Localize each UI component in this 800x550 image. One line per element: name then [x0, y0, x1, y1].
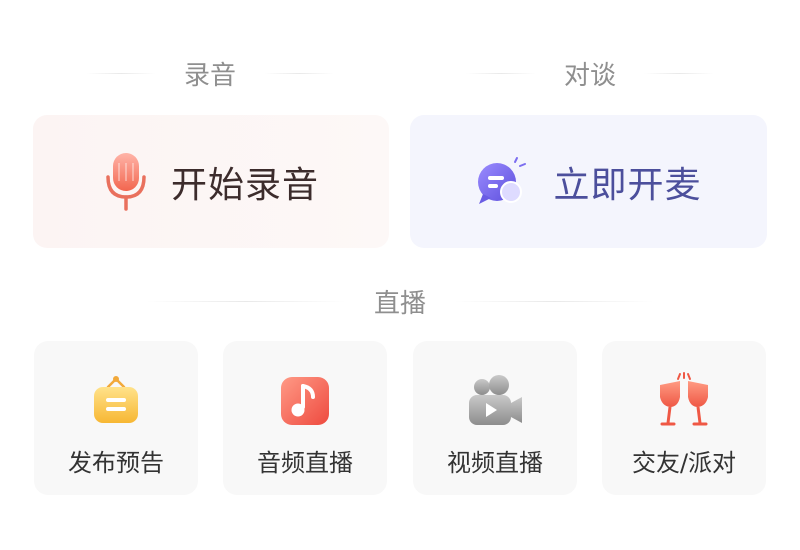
start-recording-label: 开始录音 — [170, 164, 319, 206]
open-mic-button[interactable]: 立即开麦 — [410, 115, 767, 248]
music-note-icon — [281, 377, 329, 425]
divider — [85, 72, 156, 74]
section-title-live: 直播 — [120, 280, 680, 322]
section-label: 对谈 — [563, 60, 616, 91]
section-label: 直播 — [373, 288, 426, 319]
divider — [264, 72, 334, 74]
open-mic-label: 立即开麦 — [553, 164, 702, 206]
section-title-talk: 对谈 — [460, 52, 720, 94]
chat-bubble-icon — [478, 156, 527, 204]
divider — [644, 72, 714, 74]
divider — [145, 300, 346, 302]
section-title-record: 录音 — [80, 52, 340, 94]
microphone-icon — [106, 152, 146, 211]
bottom-sheet: 录音 对谈 开始录音 立即开麦 直播 发布预告 音频直播 视频直播 交友/派对 — [0, 0, 800, 550]
divider — [465, 72, 536, 74]
start-recording-button[interactable]: 开始录音 — [33, 115, 389, 248]
publish-preview-label: 发布预告 — [68, 449, 164, 477]
divider — [454, 300, 654, 302]
announcement-board-icon — [94, 376, 138, 423]
publish-preview-button[interactable]: 发布预告 — [34, 341, 198, 495]
video-live-button[interactable]: 视频直播 — [413, 341, 577, 495]
audio-live-button[interactable]: 音频直播 — [223, 341, 387, 495]
section-label: 录音 — [183, 60, 236, 91]
audio-live-label: 音频直播 — [257, 449, 353, 477]
cheers-glasses-icon — [660, 372, 708, 426]
video-camera-icon — [469, 375, 522, 425]
party-button[interactable]: 交友/派对 — [602, 341, 766, 495]
party-label: 交友/派对 — [631, 449, 737, 477]
video-live-label: 视频直播 — [447, 449, 543, 477]
